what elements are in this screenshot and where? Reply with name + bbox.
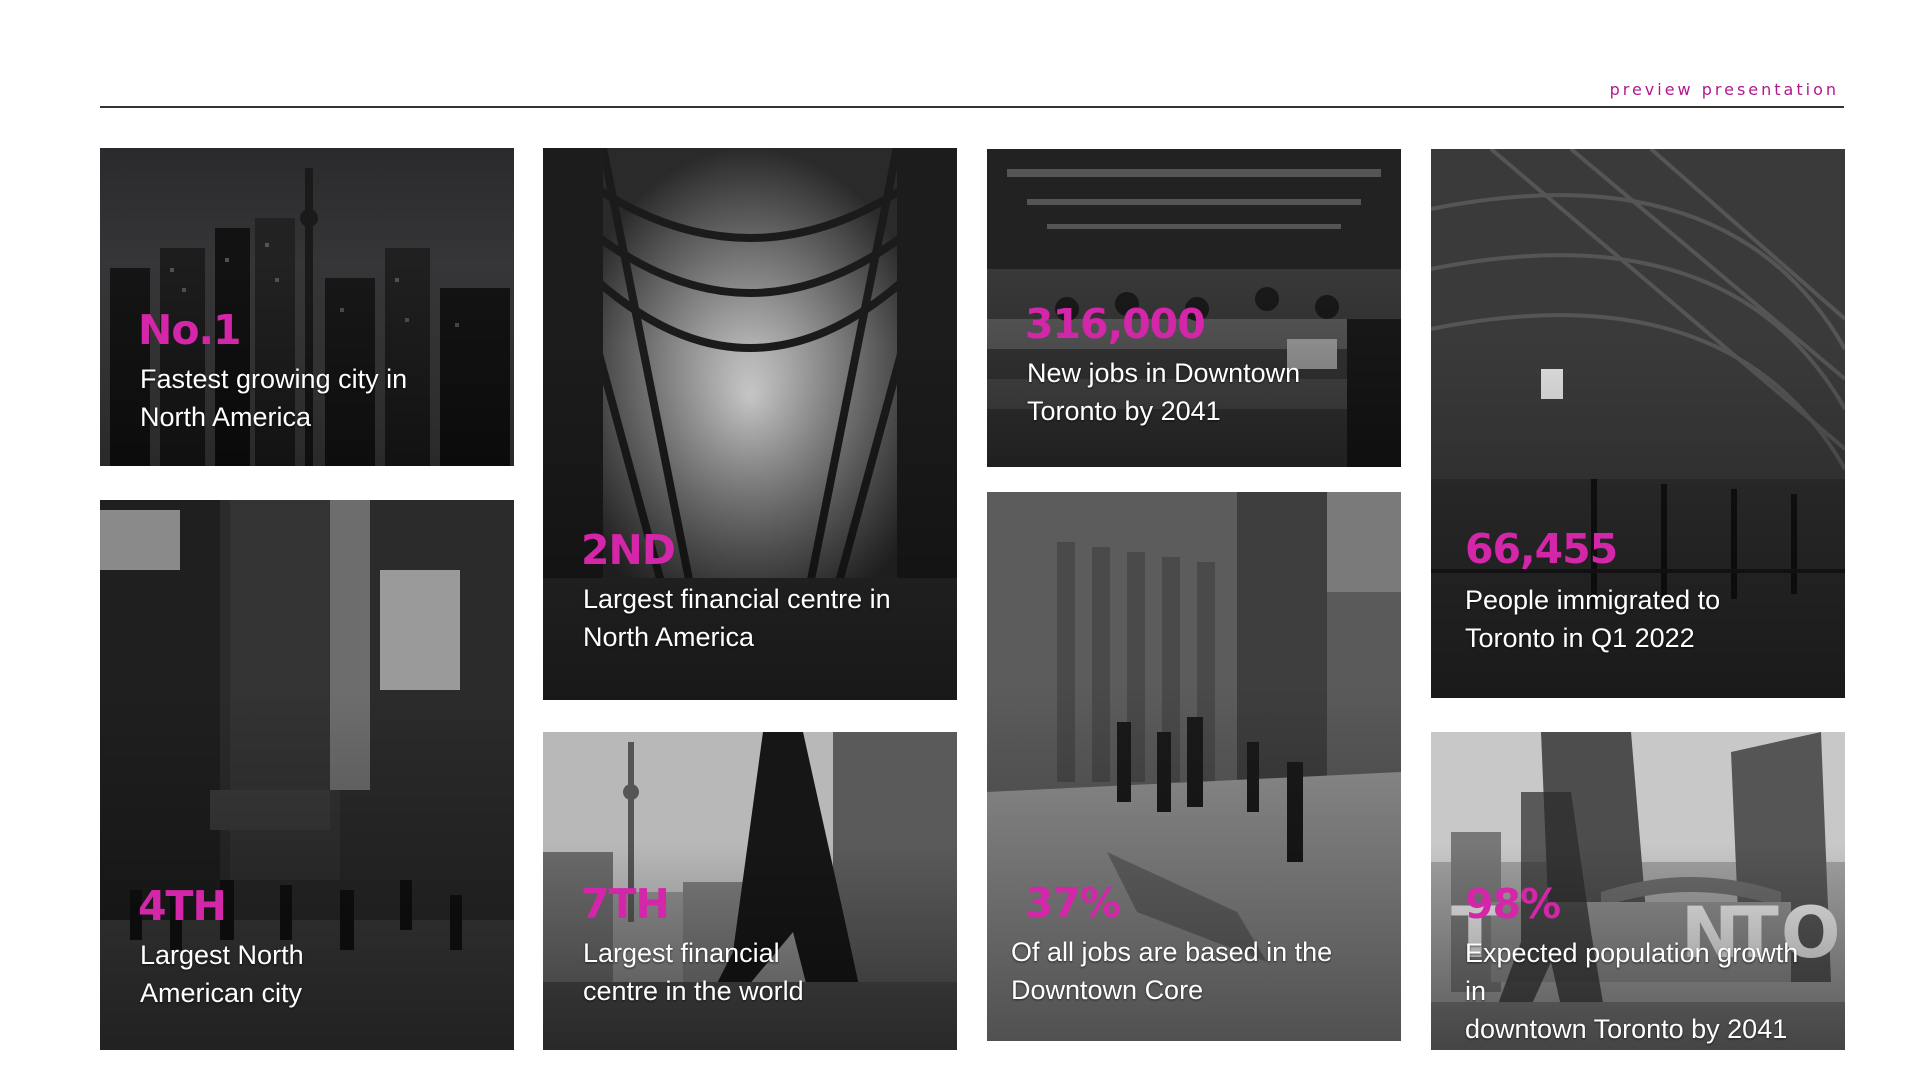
stat-card-fastest-growing: No.1 Fastest growing city in North Ameri…: [100, 148, 514, 466]
stat-description: Largest financial centre in North Americ…: [583, 584, 891, 652]
stat-card-immigration: 66,455 People immigrated to Toronto in Q…: [1431, 149, 1845, 698]
stat-description: Of all jobs are based in the Downtown Co…: [1011, 937, 1333, 1005]
stat-value: 66,455: [1465, 525, 1618, 573]
stat-card-downtown-jobs: 37% Of all jobs are based in the Downtow…: [987, 492, 1401, 1041]
stat-description: Expected population growth in downtown T…: [1465, 938, 1799, 1044]
stat-value: 98%: [1465, 880, 1561, 928]
stat-value: No.1: [138, 306, 242, 354]
stat-value: 37%: [1025, 879, 1121, 927]
stat-description: Largest North American city: [140, 940, 304, 1008]
stat-value: 2ND: [581, 526, 676, 574]
stat-description: Largest financial centre in the world: [583, 938, 804, 1006]
stat-card-financial-world: 7TH Largest financial centre in the worl…: [543, 732, 957, 1050]
stat-description: New jobs in Downtown Toronto by 2041: [1027, 358, 1301, 426]
stat-card-population-growth: TNTO 98% Expected population growth in d…: [1431, 732, 1845, 1050]
stat-description: Fastest growing city in North America: [140, 364, 408, 432]
header-divider: [100, 106, 1844, 108]
presentation-label: preview presentation: [1609, 80, 1839, 99]
stat-description: People immigrated to Toronto in Q1 2022: [1465, 585, 1721, 653]
stat-value: 7TH: [581, 880, 670, 928]
stat-card-largest-north-american: 4TH Largest North American city: [100, 500, 514, 1050]
stat-value: 316,000: [1025, 300, 1206, 348]
stat-card-new-jobs: 316,000 New jobs in Downtown Toronto by …: [987, 149, 1401, 467]
stat-value: 4TH: [138, 882, 227, 930]
stat-card-financial-north-america: 2ND Largest financial centre in North Am…: [543, 148, 957, 700]
